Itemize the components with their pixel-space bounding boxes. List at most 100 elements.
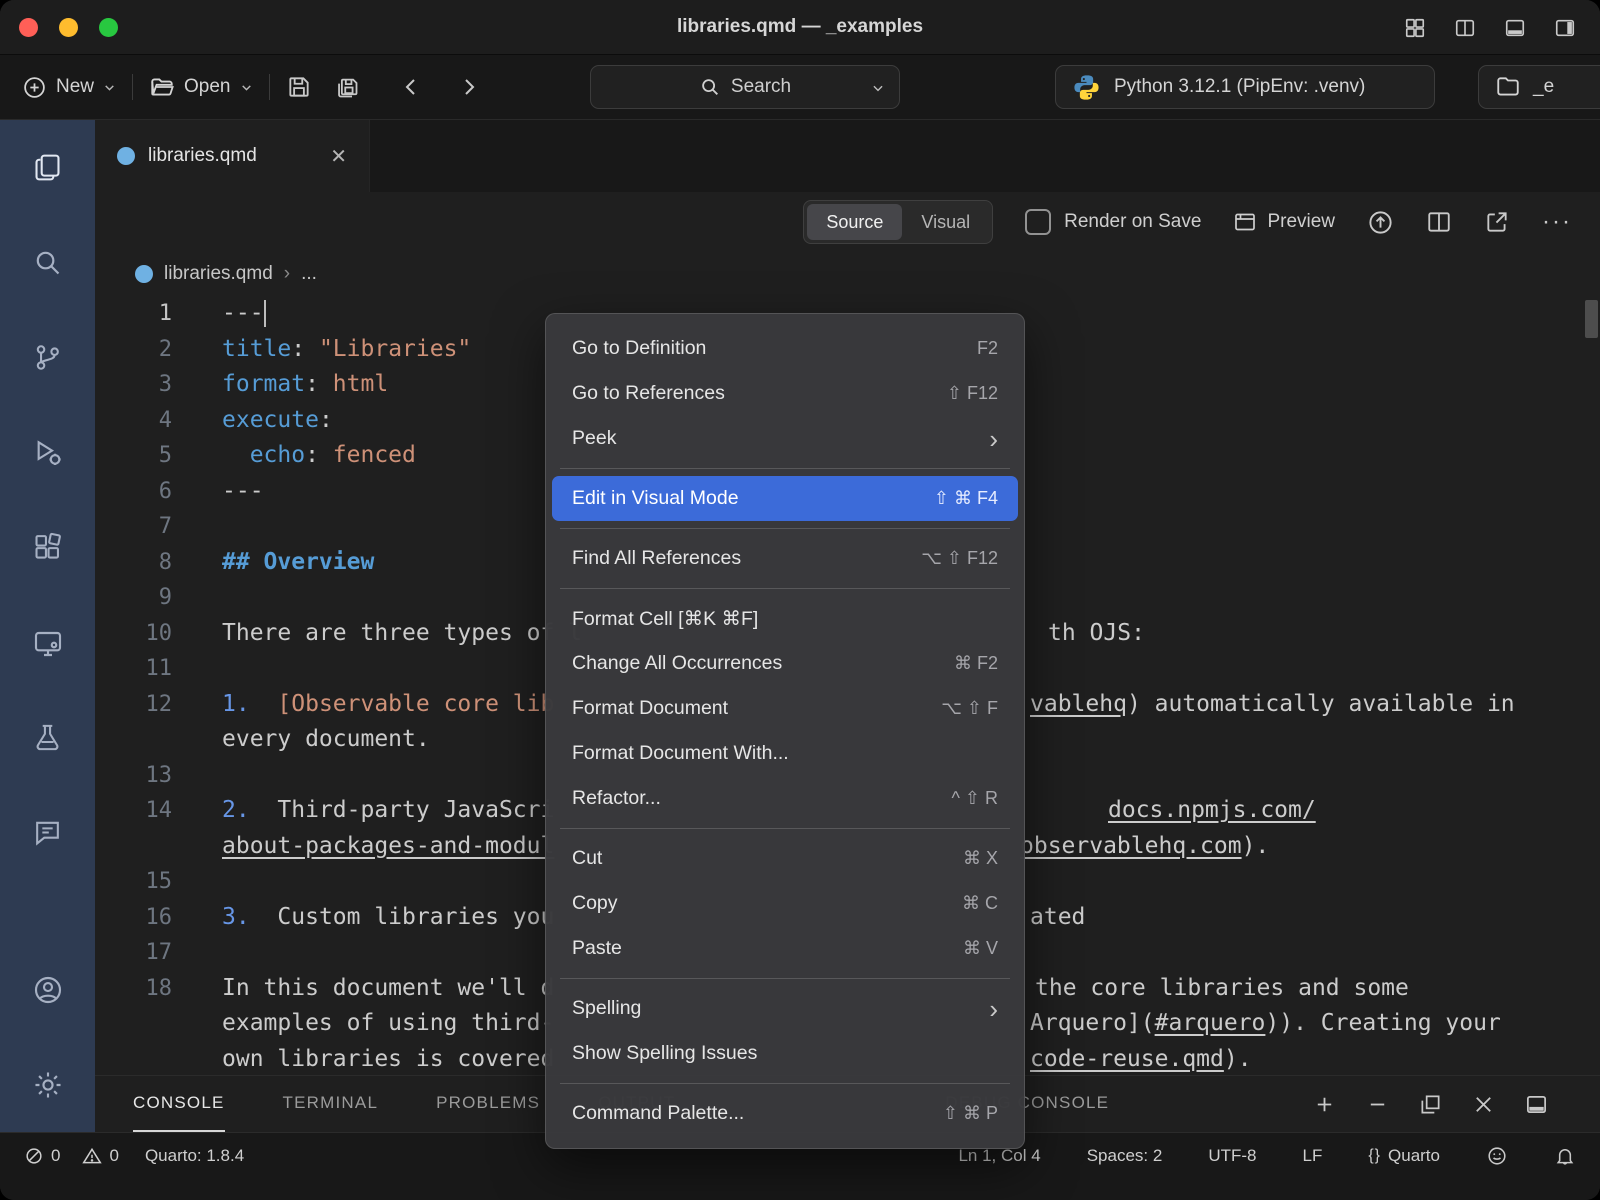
panel-tab-console[interactable]: CONSOLE: [133, 1076, 225, 1132]
source-mode-button[interactable]: Source: [807, 204, 902, 240]
panel-tab-terminal[interactable]: TERMINAL: [283, 1076, 379, 1132]
tab-label: libraries.qmd: [148, 145, 317, 167]
tab-libraries-qmd[interactable]: libraries.qmd ✕: [95, 120, 370, 192]
menu-item-cut[interactable]: Cut⌘ X: [546, 836, 1024, 881]
search-dropdown-chevron-icon[interactable]: [871, 81, 885, 95]
zoom-window-button[interactable]: [99, 18, 118, 37]
panel-tab-problems[interactable]: PROBLEMS: [436, 1076, 540, 1132]
more-actions-icon[interactable]: ···: [1542, 208, 1572, 236]
split-editor-layout-icon[interactable]: [1454, 17, 1476, 39]
context-menu: Go to DefinitionF2Go to References⇧ F12P…: [545, 313, 1025, 1149]
menu-separator: [560, 528, 1010, 529]
panel-restore-icon[interactable]: [1419, 1093, 1442, 1116]
open-in-new-window-icon[interactable]: [1484, 209, 1510, 235]
line-number: 12: [95, 687, 172, 723]
menu-item-go-to-references[interactable]: Go to References⇧ F12: [546, 371, 1024, 416]
window-title: libraries.qmd — _examples: [0, 16, 1600, 38]
folder-icon: [1495, 74, 1521, 100]
customize-layout-icon[interactable]: [1404, 17, 1426, 39]
render-circle-arrow-icon[interactable]: [1367, 209, 1394, 236]
menu-item-format-document-with[interactable]: Format Document With...: [546, 731, 1024, 776]
menu-item-refactor[interactable]: Refactor...^ ⇧ R: [546, 776, 1024, 821]
panel-minimize-icon[interactable]: [1366, 1093, 1389, 1116]
menu-item-go-to-definition[interactable]: Go to DefinitionF2: [546, 326, 1024, 371]
interpreter-label: Python 3.12.1 (PipEnv: .venv): [1114, 76, 1365, 98]
menu-separator: [560, 1083, 1010, 1084]
comments-icon[interactable]: [0, 785, 95, 880]
breadcrumb-ellipsis[interactable]: ...: [301, 263, 317, 285]
toggle-secondary-sidebar-icon[interactable]: [1554, 17, 1576, 39]
line-number: 8: [95, 545, 172, 581]
line-number: 17: [95, 935, 172, 971]
render-on-save-checkbox[interactable]: [1025, 209, 1051, 235]
menu-item-paste[interactable]: Paste⌘ V: [546, 926, 1024, 971]
titlebar: libraries.qmd — _examples: [0, 0, 1600, 55]
submenu-chevron-icon: ›: [989, 996, 998, 1022]
window-controls: [0, 18, 118, 37]
notifications-bell-icon[interactable]: [1554, 1145, 1576, 1167]
menu-item-show-spelling-issues[interactable]: Show Spelling Issues: [546, 1031, 1024, 1076]
indentation-status[interactable]: Spaces: 2: [1087, 1146, 1163, 1166]
extensions-icon[interactable]: [0, 500, 95, 595]
menu-separator: [560, 978, 1010, 979]
eol-status[interactable]: LF: [1302, 1146, 1322, 1166]
menu-item-peek[interactable]: Peek›: [546, 416, 1024, 461]
navigate-forward-icon[interactable]: [457, 75, 481, 99]
menu-item-copy[interactable]: Copy⌘ C: [546, 881, 1024, 926]
save-icon[interactable]: [286, 74, 312, 100]
explorer-icon[interactable]: [0, 120, 95, 215]
sessions-monitor-icon[interactable]: [0, 595, 95, 690]
editor-action-bar: Source Visual Render on Save Preview ···: [95, 192, 1600, 252]
menu-item-command-palette[interactable]: Command Palette...⇧ ⌘ P: [546, 1091, 1024, 1136]
preview-button[interactable]: Preview: [1233, 210, 1335, 234]
encoding-status[interactable]: UTF-8: [1208, 1146, 1256, 1166]
interpreter-selector[interactable]: Python 3.12.1 (PipEnv: .venv): [1055, 65, 1435, 109]
breadcrumb-file[interactable]: libraries.qmd: [164, 263, 273, 285]
navigate-back-icon[interactable]: [399, 75, 423, 99]
panel-layout-icon[interactable]: [1525, 1093, 1548, 1116]
account-icon[interactable]: [0, 942, 95, 1037]
source-control-icon[interactable]: [0, 310, 95, 405]
menu-item-change-all-occurrences[interactable]: Change All Occurrences⌘ F2: [546, 641, 1024, 686]
menu-item-spelling[interactable]: Spelling›: [546, 986, 1024, 1031]
problems-status[interactable]: 0 0: [24, 1146, 119, 1166]
minimize-window-button[interactable]: [59, 18, 78, 37]
line-number: 15: [95, 864, 172, 900]
workspace-selector[interactable]: _e: [1478, 65, 1600, 109]
line-number: 6: [95, 474, 172, 510]
error-icon: [24, 1146, 44, 1166]
preview-icon: [1233, 210, 1257, 234]
line-number: 16: [95, 900, 172, 936]
menu-item-format-cell-k-f[interactable]: Format Cell [⌘K ⌘F]: [546, 596, 1024, 641]
open-button[interactable]: Open: [149, 74, 252, 100]
menu-item-edit-in-visual-mode[interactable]: Edit in Visual Mode⇧ ⌘ F4: [552, 476, 1018, 521]
menu-item-find-all-references[interactable]: Find All References⌥ ⇧ F12: [546, 536, 1024, 581]
tab-close-icon[interactable]: ✕: [330, 144, 347, 169]
submenu-chevron-icon: ›: [989, 426, 998, 452]
cursor-position-status[interactable]: Ln 1, Col 4: [958, 1146, 1040, 1166]
close-window-button[interactable]: [19, 18, 38, 37]
language-mode-status[interactable]: {} Quarto: [1368, 1146, 1440, 1166]
new-file-button[interactable]: New: [22, 75, 116, 100]
quarto-version-status[interactable]: Quarto: 1.8.4: [145, 1146, 244, 1166]
flask-icon[interactable]: [0, 690, 95, 785]
settings-gear-icon[interactable]: [0, 1037, 95, 1132]
scrollbar-thumb[interactable]: [1585, 300, 1598, 338]
feedback-smiley-icon[interactable]: [1486, 1145, 1508, 1167]
visual-mode-button[interactable]: Visual: [902, 204, 989, 240]
panel-close-icon[interactable]: [1472, 1093, 1495, 1116]
toolbar-separator: [269, 74, 270, 100]
search-input[interactable]: Search: [590, 65, 900, 109]
warning-icon: [82, 1146, 102, 1166]
activity-bar: [0, 120, 95, 1132]
search-sidebar-icon[interactable]: [0, 215, 95, 310]
split-editor-icon[interactable]: [1426, 209, 1452, 235]
panel-add-icon[interactable]: [1313, 1093, 1336, 1116]
toggle-panel-icon[interactable]: [1504, 17, 1526, 39]
new-file-label: New: [56, 76, 94, 98]
save-all-icon[interactable]: [334, 74, 361, 101]
run-debug-icon[interactable]: [0, 405, 95, 500]
quarto-file-icon: [117, 147, 135, 165]
app-window: libraries.qmd — _examples New: [0, 0, 1600, 1200]
menu-item-format-document[interactable]: Format Document⌥ ⇧ F: [546, 686, 1024, 731]
